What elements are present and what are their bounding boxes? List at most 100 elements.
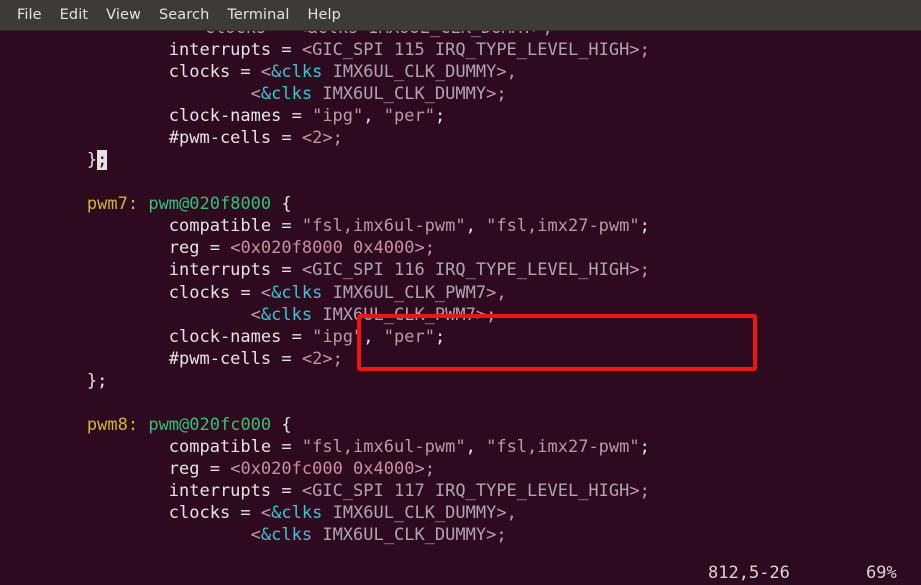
- code-token: <: [260, 282, 272, 303]
- code-token: <: [230, 458, 241, 479]
- code-line: interrupts = <GIC_SPI 117 IRQ_TYPE_LEVEL…: [0, 480, 921, 502]
- code-line: pwm7: pwm@020f8000 {: [0, 193, 921, 215]
- code-token: 0x020fc000 0x4000: [240, 458, 415, 479]
- code-token: &clks: [271, 282, 323, 303]
- terminal-content[interactable]: clocks = <&clks IMX6UL_CLK_DUMMY>, inter…: [0, 31, 921, 585]
- code-token: "fsl,imx27-pwm": [486, 436, 640, 457]
- code-token: interrupts: [168, 260, 272, 281]
- code-line: <&clks IMX6UL_CLK_PWM7>;: [0, 304, 921, 326]
- code-token: {: [271, 194, 292, 215]
- code-token: <: [301, 40, 313, 60]
- code-token: =: [230, 502, 261, 523]
- code-line: reg = <0x020fc000 0x4000>;: [0, 458, 921, 480]
- code-token: >;: [629, 40, 650, 60]
- code-token: reg: [168, 238, 200, 259]
- code-line: interrupts = <GIC_SPI 115 IRQ_TYPE_LEVEL…: [0, 39, 921, 61]
- code-token: };: [86, 370, 108, 391]
- code-line: };: [0, 149, 921, 171]
- menu-item-view[interactable]: View: [97, 5, 150, 25]
- code-token: >,: [496, 502, 517, 523]
- code-token: =: [199, 458, 231, 479]
- code-token: =: [271, 480, 302, 501]
- code-token: &clks: [260, 304, 313, 325]
- code-token: IMX6UL_CLK_DUMMY: [322, 84, 487, 105]
- terminal-window: File Edit View Search Terminal Help cloc…: [0, 0, 921, 585]
- menu-item-terminal[interactable]: Terminal: [218, 5, 298, 25]
- code-token: =: [271, 260, 302, 281]
- menu-item-help[interactable]: Help: [298, 5, 349, 25]
- code-line: clocks = <&clks IMX6UL_CLK_DUMMY>,: [0, 61, 921, 83]
- code-token: "ipg": [312, 326, 364, 347]
- code-token: >;: [322, 128, 343, 149]
- code-token: <: [250, 525, 261, 546]
- code-line: interrupts = <GIC_SPI 116 IRQ_TYPE_LEVEL…: [0, 259, 921, 281]
- code-token: IMX6UL_CLK_DUMMY: [332, 502, 497, 523]
- code-token: IMX6UL_CLK_DUMMY: [332, 62, 497, 83]
- clipped-line-text: clocks = <&clks IMX6UL_CLK_DUMMY>,: [0, 31, 553, 39]
- code-token: interrupts: [168, 40, 272, 60]
- code-line: #pwm-cells = <2>;: [0, 348, 921, 370]
- code-line: pwm8: pwm@020fc000 {: [0, 414, 921, 436]
- code-token: 2: [312, 348, 323, 369]
- code-token: <: [260, 502, 272, 523]
- code-token: "per": [383, 106, 435, 127]
- code-line: clock-names = "ipg", "per";: [0, 105, 921, 127]
- code-token: &clks: [271, 62, 323, 83]
- code-token: <: [301, 260, 313, 281]
- menu-bar: File Edit View Search Terminal Help: [0, 0, 921, 31]
- menu-item-file[interactable]: File: [8, 5, 51, 25]
- code-token: ;: [639, 216, 650, 237]
- code-token: =: [199, 238, 231, 259]
- code-token: {: [271, 414, 292, 435]
- code-token: reg: [168, 458, 200, 479]
- code-token: >;: [475, 304, 497, 325]
- code-token: &clks: [271, 502, 323, 523]
- code-line: };: [0, 370, 921, 392]
- code-token: GIC_SPI 116 IRQ_TYPE_LEVEL_HIGH: [312, 260, 630, 281]
- code-token: <: [250, 304, 261, 325]
- code-token: pwm8:: [86, 414, 139, 435]
- code-line: <&clks IMX6UL_CLK_DUMMY>;: [0, 83, 921, 105]
- code-token: GIC_SPI 117 IRQ_TYPE_LEVEL_HIGH: [312, 480, 630, 501]
- code-token: <: [301, 348, 313, 369]
- code-token: =: [271, 128, 302, 149]
- code-token: ;: [434, 106, 446, 127]
- code-token: "fsl,imx6ul-pwm": [301, 436, 466, 457]
- code-token: compatible: [168, 436, 272, 457]
- code-token: &clks: [260, 525, 313, 546]
- editor-status-bar: 812,5-26 69%: [0, 561, 921, 585]
- menu-item-search[interactable]: Search: [150, 5, 218, 25]
- source-code-view[interactable]: interrupts = <GIC_SPI 115 IRQ_TYPE_LEVEL…: [0, 39, 921, 546]
- code-line: compatible = "fsl,imx6ul-pwm", "fsl,imx2…: [0, 436, 921, 458]
- code-token: ,: [363, 326, 384, 347]
- code-token: 0x020f8000 0x4000: [240, 238, 415, 259]
- code-line: reg = <0x020f8000 0x4000>;: [0, 237, 921, 259]
- code-line: <&clks IMX6UL_CLK_DUMMY>;: [0, 524, 921, 546]
- code-token: ;: [639, 436, 650, 457]
- menu-item-edit[interactable]: Edit: [51, 5, 97, 25]
- code-token: clocks: [168, 282, 231, 303]
- code-token: 2: [312, 128, 323, 149]
- code-token: >;: [414, 458, 435, 479]
- code-token: clocks: [168, 62, 231, 83]
- code-token: =: [230, 282, 261, 303]
- code-token: =: [271, 348, 302, 369]
- code-token: clock-names: [168, 106, 282, 127]
- code-token: }: [86, 150, 98, 171]
